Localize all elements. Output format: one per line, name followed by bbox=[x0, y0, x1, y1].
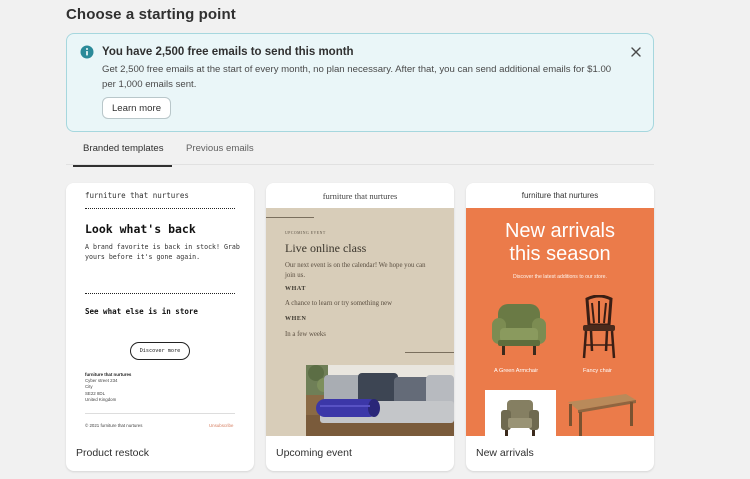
template-card-label: Upcoming event bbox=[276, 447, 352, 459]
dotted-divider bbox=[85, 293, 235, 294]
page-title: Choose a starting point bbox=[66, 6, 236, 23]
sofa-photo bbox=[306, 365, 454, 436]
preview-caption: A Green Armchair bbox=[494, 368, 539, 374]
banner-body: Get 2,500 free emails at the start of ev… bbox=[102, 64, 612, 90]
divider bbox=[85, 413, 235, 414]
green-armchair-image bbox=[492, 304, 546, 355]
tab-previous-emails[interactable]: Previous emails bbox=[186, 143, 254, 165]
preview-body: UPCOMING EVENT Live online class Our nex… bbox=[266, 208, 454, 436]
template-preview: furniture that nurtures UPCOMING EVENT L… bbox=[266, 183, 454, 436]
title-line: this season bbox=[509, 243, 611, 265]
divider bbox=[266, 217, 314, 218]
preview-brand: furniture that nurtures bbox=[521, 191, 599, 200]
preview-when-heading: WHEN bbox=[285, 316, 307, 322]
free-emails-banner: You have 2,500 free emails to send this … bbox=[66, 33, 654, 132]
template-card-new-arrivals[interactable]: furniture that nurtures New arrivals thi… bbox=[466, 183, 654, 471]
preview-when: In a few weeks bbox=[285, 331, 326, 338]
close-icon[interactable] bbox=[629, 45, 643, 59]
template-preview: furniture that nurtures New arrivals thi… bbox=[466, 183, 654, 436]
template-preview: furniture that nurtures Look what's back… bbox=[66, 183, 254, 436]
learn-more-button[interactable]: Learn more bbox=[102, 97, 171, 119]
preview-headline: Look what's back bbox=[85, 222, 196, 236]
preview-header: furniture that nurtures bbox=[466, 183, 654, 208]
divider bbox=[405, 352, 454, 353]
preview-subtext: Discover the latest additions to our sto… bbox=[513, 274, 607, 280]
preview-copyright: © 2021 furniture that nurtures bbox=[85, 423, 143, 428]
address-line: United Kingdom bbox=[85, 396, 117, 402]
preview-title: New arrivals this season bbox=[466, 220, 654, 266]
preview-brand: furniture that nurtures bbox=[85, 191, 189, 200]
info-icon bbox=[80, 45, 94, 59]
preview-discover-button: Discover more bbox=[130, 342, 190, 360]
dotted-divider bbox=[85, 208, 235, 209]
template-card-label: Product restock bbox=[76, 447, 149, 459]
preview-what: A chance to learn or try something new bbox=[285, 300, 393, 307]
title-line: New arrivals bbox=[504, 220, 616, 242]
preview-section: See what else is in store bbox=[85, 307, 198, 316]
fancy-chair-image bbox=[582, 295, 616, 359]
template-card-upcoming-event[interactable]: furniture that nurtures UPCOMING EVENT L… bbox=[266, 183, 454, 471]
preview-description: Our next event is on the calendar! We ho… bbox=[285, 262, 426, 279]
preview-unsubscribe: Unsubscribe bbox=[209, 423, 234, 428]
preview-title: Live online class bbox=[285, 241, 367, 255]
preview-subtext: A brand favorite is back in stock! Grab … bbox=[85, 243, 240, 261]
preview-what-heading: WHAT bbox=[285, 286, 306, 292]
preview-caption: Fancy chair bbox=[583, 368, 612, 374]
banner-title: You have 2,500 free emails to send this … bbox=[102, 46, 354, 58]
template-card-product-restock[interactable]: furniture that nurtures Look what's back… bbox=[66, 183, 254, 471]
template-card-label: New arrivals bbox=[476, 447, 534, 459]
template-tabs: Branded templates Previous emails bbox=[66, 137, 654, 167]
preview-kicker: UPCOMING EVENT bbox=[285, 231, 326, 235]
table-image bbox=[568, 394, 636, 436]
preview-brand: furniture that nurtures bbox=[322, 191, 398, 201]
preview-body: New arrivals this season Discover the la… bbox=[466, 208, 654, 436]
preview-header: furniture that nurtures bbox=[266, 183, 454, 208]
recliner-image bbox=[501, 400, 539, 436]
preview-address: furniture that nurtures Cyber street 234… bbox=[85, 372, 131, 403]
tab-branded-templates[interactable]: Branded templates bbox=[73, 143, 172, 167]
